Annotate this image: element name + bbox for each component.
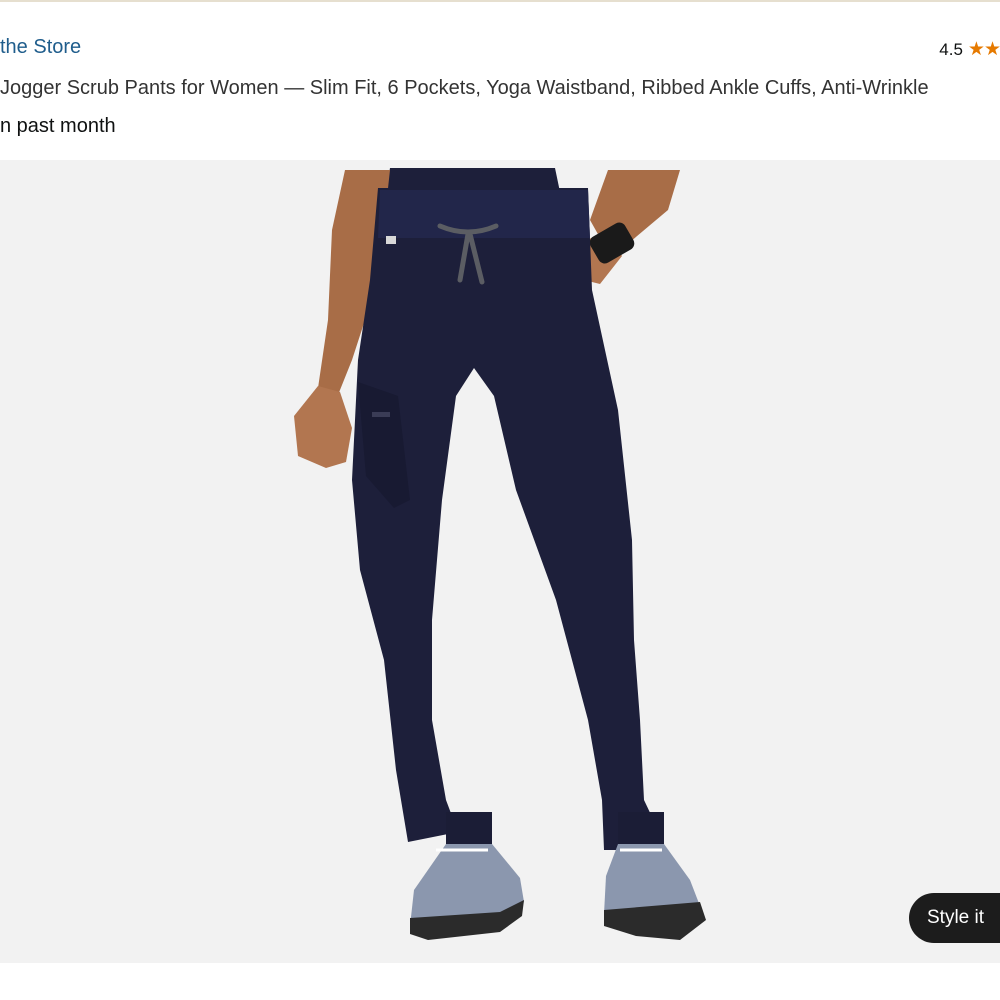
rating-value: 4.5 (939, 39, 963, 59)
product-title: Jogger Scrub Pants for Women — Slim Fit,… (0, 77, 929, 99)
left-ankle-cuff (446, 812, 492, 844)
rating-summary[interactable]: 4.5 ★★ (939, 38, 1000, 61)
product-image[interactable] (0, 160, 1000, 963)
right-ankle-cuff (618, 812, 664, 844)
left-hand (294, 386, 352, 468)
pants (352, 188, 662, 850)
purchase-count-text: n past month (0, 115, 116, 137)
brand-tag (386, 236, 396, 244)
product-image-panel[interactable] (0, 160, 1000, 963)
top-divider (0, 0, 1000, 2)
visit-store-link[interactable]: the Store (0, 36, 81, 59)
pocket-label (372, 412, 390, 417)
star-rating-icon: ★★ (967, 39, 1000, 60)
product-page: the Store 4.5 ★★ Jogger Scrub Pants for … (0, 0, 1000, 1000)
style-it-button[interactable]: Style it (909, 893, 1000, 943)
